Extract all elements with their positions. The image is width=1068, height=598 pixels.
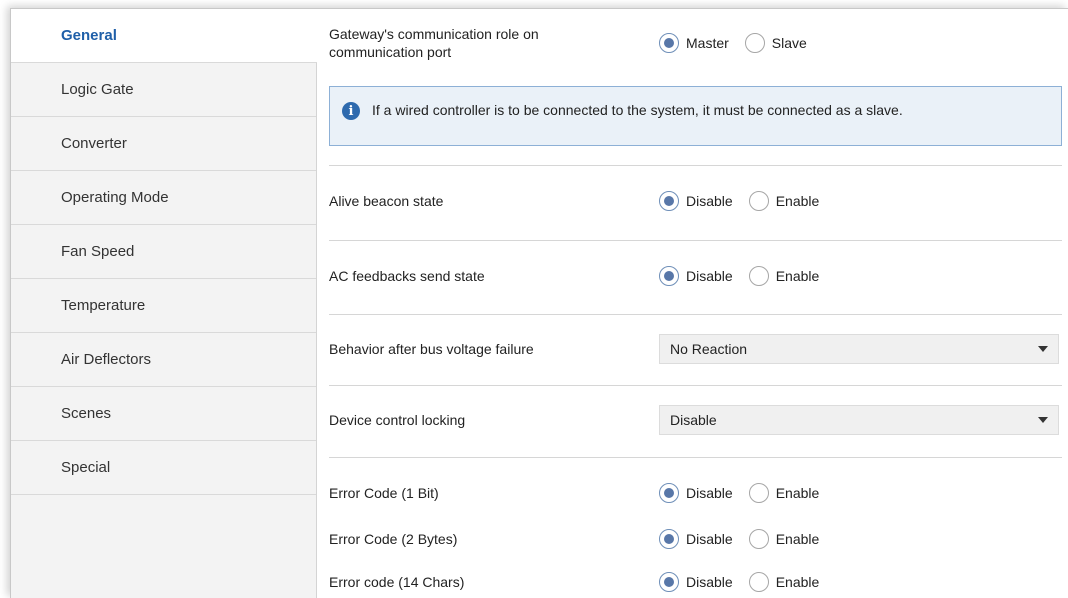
info-box: i If a wired controller is to be connect… [329, 86, 1062, 146]
param-alive-beacon: Alive beacon state Disable Enable [329, 191, 1061, 211]
ac-feedbacks-radio-group: Disable Enable [659, 266, 835, 286]
radio-label: Disable [686, 193, 733, 209]
divider [329, 314, 1062, 315]
error-1bit-radio-group: Disable Enable [659, 483, 835, 503]
disable-radio[interactable] [659, 483, 679, 503]
param-label: Behavior after bus voltage failure [329, 341, 534, 357]
radio-label: Disable [686, 574, 733, 590]
enable-radio[interactable] [748, 191, 769, 211]
param-comm-role: Gateway's communication role on communic… [329, 25, 1061, 61]
radio-label: Enable [775, 268, 820, 284]
comm-role-radio-group: Master Slave [659, 33, 823, 53]
param-label: Alive beacon state [329, 193, 444, 209]
param-label-line: communication port [329, 44, 452, 60]
sidebar-item-operating-mode[interactable]: Operating Mode [11, 171, 316, 225]
parameter-window: General Logic Gate Converter Operating M… [10, 8, 1068, 598]
sidebar-item-label: Special [61, 459, 111, 476]
sidebar: General Logic Gate Converter Operating M… [11, 9, 317, 598]
disable-radio[interactable] [659, 572, 679, 592]
sidebar-item-fan-speed[interactable]: Fan Speed [11, 225, 316, 279]
radio-label: Enable [775, 485, 820, 501]
divider [329, 165, 1062, 166]
param-ac-feedbacks: AC feedbacks send state Disable Enable [329, 266, 1061, 286]
sidebar-item-label: Temperature [61, 297, 146, 314]
radio-label: Disable [686, 531, 733, 547]
param-label: Error Code (1 Bit) [329, 485, 439, 501]
param-label: Error Code (2 Bytes) [329, 531, 458, 547]
sidebar-item-converter[interactable]: Converter [11, 117, 316, 171]
sidebar-item-label: Logic Gate [61, 81, 134, 98]
parameter-panel: Gateway's communication role on communic… [317, 9, 1068, 598]
disable-radio[interactable] [659, 529, 679, 549]
param-control-locking: Device control locking Disable [329, 405, 1061, 435]
param-label: Error code (14 Chars) [329, 574, 465, 590]
param-error-1bit: Error Code (1 Bit) Disable Enable [329, 483, 1061, 503]
enable-radio[interactable] [748, 572, 769, 592]
radio-label: Enable [775, 574, 820, 590]
radio-label: Master [686, 35, 729, 51]
dropdown-value: Disable [670, 412, 717, 428]
slave-radio[interactable] [744, 33, 765, 53]
disable-radio[interactable] [659, 266, 679, 286]
chevron-down-icon [1038, 417, 1048, 423]
sidebar-item-air-deflectors[interactable]: Air Deflectors [11, 333, 316, 387]
info-text: If a wired controller is to be connected… [372, 102, 903, 118]
param-label: Device control locking [329, 412, 466, 428]
sidebar-item-label: Converter [61, 135, 127, 152]
enable-radio[interactable] [748, 266, 769, 286]
sidebar-item-logic-gate[interactable]: Logic Gate [11, 63, 316, 117]
bus-failure-dropdown[interactable]: No Reaction [659, 334, 1059, 364]
divider [329, 385, 1062, 386]
radio-label: Slave [771, 35, 807, 51]
error-14chars-radio-group: Disable Enable [659, 572, 835, 592]
divider [329, 457, 1062, 458]
sidebar-item-special[interactable]: Special [11, 441, 316, 495]
param-bus-failure: Behavior after bus voltage failure No Re… [329, 334, 1061, 364]
sidebar-item-label: Air Deflectors [61, 351, 152, 368]
enable-radio[interactable] [748, 483, 769, 503]
radio-label: Disable [686, 485, 733, 501]
sidebar-item-label: Operating Mode [61, 189, 169, 206]
param-label: Gateway's communication role on communic… [329, 25, 659, 61]
chevron-down-icon [1038, 346, 1048, 352]
radio-label: Enable [775, 193, 820, 209]
dropdown-value: No Reaction [670, 341, 748, 357]
param-error-2bytes: Error Code (2 Bytes) Disable Enable [329, 529, 1061, 549]
sidebar-item-label: Fan Speed [61, 243, 135, 260]
sidebar-item-label: Scenes [61, 405, 112, 422]
radio-label: Disable [686, 268, 733, 284]
control-locking-dropdown[interactable]: Disable [659, 405, 1059, 435]
param-error-14chars: Error code (14 Chars) Disable Enable [329, 572, 1061, 592]
param-label-line: Gateway's communication role on [329, 26, 539, 42]
alive-beacon-radio-group: Disable Enable [659, 191, 835, 211]
param-label: AC feedbacks send state [329, 268, 485, 284]
sidebar-item-scenes[interactable]: Scenes [11, 387, 316, 441]
master-radio[interactable] [659, 33, 679, 53]
enable-radio[interactable] [748, 529, 769, 549]
sidebar-item-label: General [61, 27, 117, 44]
sidebar-item-temperature[interactable]: Temperature [11, 279, 316, 333]
error-2bytes-radio-group: Disable Enable [659, 529, 835, 549]
radio-label: Enable [775, 531, 820, 547]
disable-radio[interactable] [659, 191, 679, 211]
divider [329, 240, 1062, 241]
info-icon: i [342, 102, 360, 120]
sidebar-item-general[interactable]: General [11, 9, 317, 63]
